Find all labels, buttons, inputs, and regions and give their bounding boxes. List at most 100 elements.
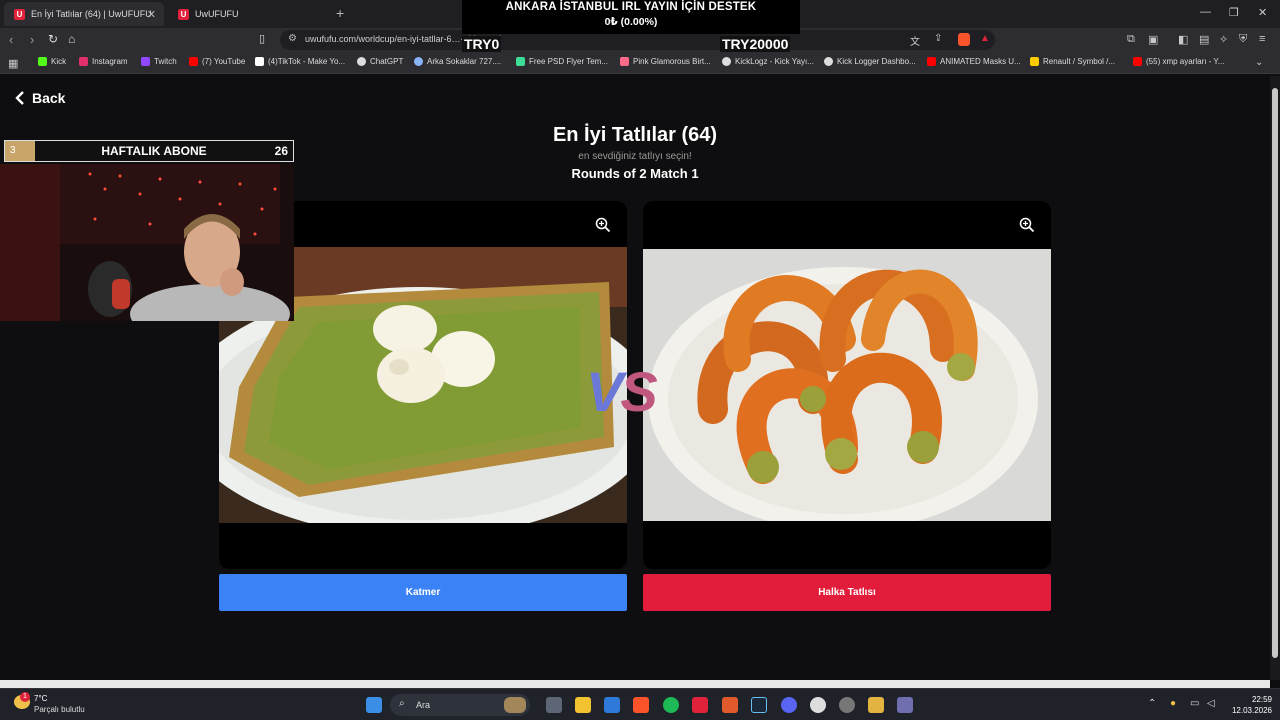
scrollbar-thumb[interactable] xyxy=(1272,88,1278,658)
bookmark-item[interactable]: ANIMATED Masks U... xyxy=(927,57,1021,66)
page-title: En İyi Tatlılar (64) xyxy=(552,124,718,146)
extensions-icon[interactable]: ⧉ xyxy=(1127,33,1135,46)
choose-katmer-button[interactable]: Katmer xyxy=(219,574,627,611)
bookmark-item[interactable]: Instagram xyxy=(79,57,128,66)
bookmark-item[interactable]: KickLogz - Kick Yayı... xyxy=(722,57,814,66)
search-placeholder: Ara xyxy=(416,700,431,710)
obs-icon[interactable] xyxy=(810,697,826,713)
chevron-up-icon[interactable]: ⌃ xyxy=(1148,698,1156,709)
globe-icon xyxy=(414,57,423,66)
app-icon[interactable] xyxy=(722,697,738,713)
volume-icon[interactable]: ◁ xyxy=(1207,698,1215,709)
webcam-feed xyxy=(0,164,294,321)
app-icon[interactable] xyxy=(868,697,884,713)
chrome-icon[interactable] xyxy=(839,697,855,713)
halka-tatlisi-image xyxy=(643,249,1051,521)
clock-time: 22:59 xyxy=(1251,695,1272,704)
display-icon[interactable]: ▭ xyxy=(1190,698,1199,709)
microsoft-store-icon[interactable] xyxy=(604,697,620,713)
tab-inactive[interactable]: U UwUFUFU xyxy=(168,2,328,26)
close-window-icon[interactable]: ✕ xyxy=(1258,6,1267,19)
search-icon: ⌕ xyxy=(399,698,405,709)
bookmark-item[interactable]: Twitch xyxy=(141,57,177,66)
choose-halka-tatlisi-button[interactable]: Halka Tatlısı xyxy=(643,574,1051,611)
notification-badge: 1 xyxy=(20,692,30,702)
streamer-webcam-image xyxy=(0,164,294,321)
translate-icon[interactable]: 文 xyxy=(910,33,920,48)
brave-browser-icon[interactable] xyxy=(633,697,649,713)
chatgpt-icon xyxy=(357,57,366,66)
bookmark-item[interactable]: Arka Sokaklar 727.... xyxy=(414,57,501,66)
tiktok-icon xyxy=(255,57,264,66)
bookmark-item[interactable]: (55) xmp ayarları - Y... xyxy=(1133,57,1224,66)
tab-label: UwUFUFU xyxy=(195,9,239,19)
windows-start-icon[interactable] xyxy=(366,697,382,713)
weather-condition: Parçalı bulutlu xyxy=(34,705,85,714)
tab-active[interactable]: U En İyi Tatlılar (64) | UwUFUFU ✕ xyxy=(4,2,164,26)
search-highlight-icon xyxy=(504,697,526,713)
maximize-icon[interactable]: ❐ xyxy=(1229,6,1239,19)
taskbar-search[interactable]: ⌕ Ara xyxy=(390,694,530,716)
new-tab-icon[interactable]: + xyxy=(336,5,344,21)
apps-grid-icon[interactable]: ▦ xyxy=(8,57,18,70)
horizontal-scrollbar[interactable] xyxy=(0,680,1270,688)
choice-card-right[interactable] xyxy=(643,201,1051,569)
reader-icon[interactable]: ◧ xyxy=(1178,33,1188,46)
sub-goal-bar: 3 HAFTALIK ABONE 26 xyxy=(4,140,294,162)
wallet-icon[interactable]: ▤ xyxy=(1199,33,1209,46)
chevron-down-icon[interactable]: ⌄ xyxy=(1255,57,1263,68)
home-icon[interactable]: ⌂ xyxy=(68,32,75,46)
system-clock[interactable]: 22:59 12.03.2026 xyxy=(1222,694,1272,716)
bookmark-item[interactable]: Pink Glamorous Birt... xyxy=(620,57,711,66)
temperature: 7°C xyxy=(34,694,48,703)
vpn-shield-icon[interactable]: ⛨ xyxy=(1239,33,1247,46)
opera-icon[interactable] xyxy=(692,697,708,713)
bookmark-item[interactable]: Kick Logger Dashbo... xyxy=(824,57,916,66)
forward-nav-icon[interactable]: › xyxy=(30,32,34,47)
back-button[interactable]: Back xyxy=(14,90,65,106)
goal-end: TRY20000 xyxy=(720,36,791,52)
vertical-scrollbar[interactable] xyxy=(1270,76,1280,680)
app-icon[interactable] xyxy=(897,697,913,713)
steam-icon[interactable] xyxy=(751,697,767,713)
site-info-icon[interactable]: ⚙ xyxy=(288,33,297,44)
bookmark-item[interactable]: ChatGPT xyxy=(357,57,403,66)
donation-title: ANKARA İSTANBUL IRL YAYIN İÇİN DESTEK xyxy=(505,1,757,13)
symbolab-icon xyxy=(1030,57,1039,66)
back-nav-icon[interactable]: ‹ xyxy=(9,32,13,47)
microphone-icon[interactable]: ● xyxy=(1170,698,1176,709)
page-subtitle: en sevdiğiniz tatlıyı seçin! xyxy=(578,151,692,162)
bookmark-item[interactable]: Kick xyxy=(38,57,66,66)
goal-start: TRY0 xyxy=(462,36,502,52)
zoom-in-icon[interactable] xyxy=(595,217,611,233)
bookmark-item[interactable]: (4)TikTok - Make Yo... xyxy=(255,57,345,66)
brave-shield-icon[interactable] xyxy=(958,33,970,46)
menu-icon[interactable]: ≡ xyxy=(1259,33,1265,45)
leo-ai-icon[interactable]: ✧ xyxy=(1219,33,1228,46)
sidebar-icon[interactable]: ▣ xyxy=(1148,33,1158,46)
pencil-icon xyxy=(620,57,629,66)
zoom-in-icon[interactable] xyxy=(1019,217,1035,233)
bookmark-item[interactable]: Free PSD Flyer Tem... xyxy=(516,57,608,66)
bookmark-item[interactable]: (7) YouTube xyxy=(189,57,245,66)
instagram-icon xyxy=(79,57,88,66)
spotify-icon[interactable] xyxy=(663,697,679,713)
uwufufu-favicon-icon: U xyxy=(14,8,25,20)
bookmark-page-icon[interactable]: ▯ xyxy=(259,32,265,45)
back-label: Back xyxy=(32,90,66,106)
chevron-left-icon xyxy=(15,91,24,105)
task-view-icon[interactable] xyxy=(546,697,562,713)
reload-icon[interactable]: ↻ xyxy=(48,32,58,46)
youtube-icon xyxy=(1133,57,1142,66)
share-icon[interactable]: ⇪ xyxy=(934,33,942,44)
file-explorer-icon[interactable] xyxy=(575,697,591,713)
vs-label: VS xyxy=(586,360,658,423)
bookmark-item[interactable]: Renault / Symbol /... xyxy=(1030,57,1115,66)
brave-rewards-icon[interactable]: ▲ xyxy=(980,33,990,44)
donation-goal-overlay: ANKARA İSTANBUL IRL YAYIN İÇİN DESTEK 0₺… xyxy=(462,0,800,34)
uwufufu-favicon-icon: U xyxy=(178,8,189,20)
discord-icon[interactable] xyxy=(781,697,797,713)
sub-count: 26 xyxy=(274,144,288,158)
minimize-icon[interactable]: — xyxy=(1200,6,1211,18)
close-tab-icon[interactable]: ✕ xyxy=(147,8,156,21)
